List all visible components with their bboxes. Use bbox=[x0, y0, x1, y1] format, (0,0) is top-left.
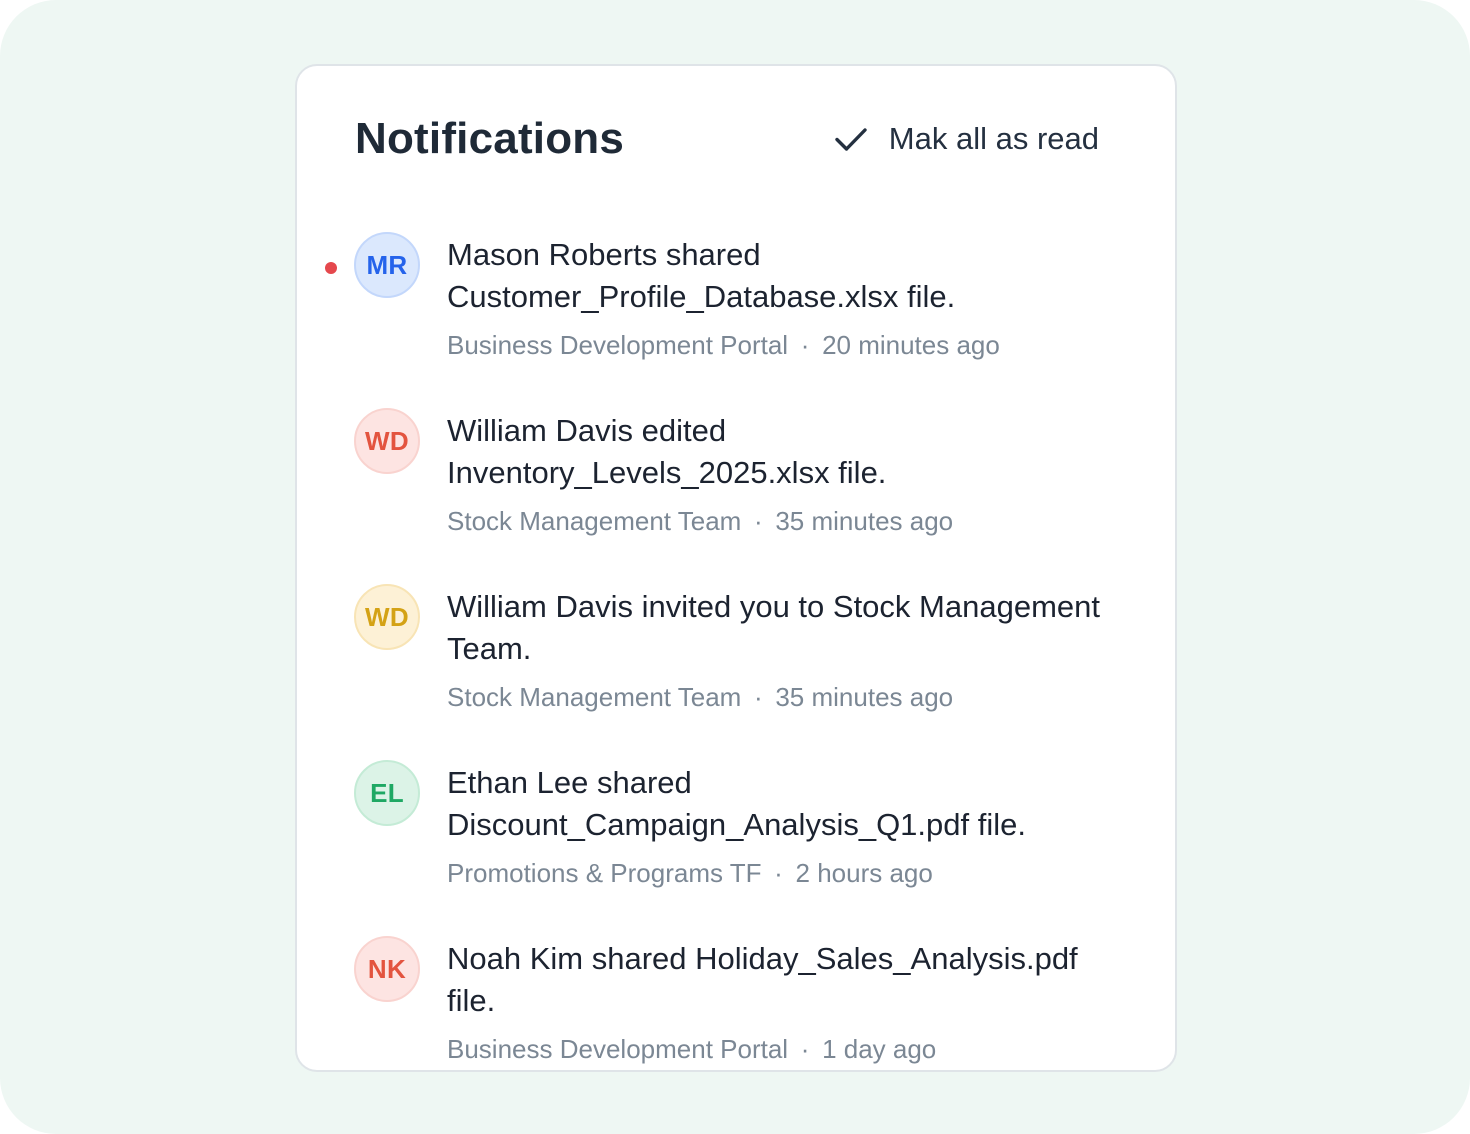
notification-time: 20 minutes ago bbox=[822, 330, 1000, 360]
notification-time: 35 minutes ago bbox=[775, 682, 954, 712]
notification-meta: Stock Management Team · 35 minutes ago bbox=[447, 506, 1105, 537]
notification-meta: Business Development Portal · 20 minutes… bbox=[447, 330, 1105, 361]
avatar: NK bbox=[354, 936, 420, 1002]
notification-message: William Davis invited you to Stock Manag… bbox=[447, 589, 1100, 666]
meta-separator: · bbox=[754, 682, 763, 712]
notification-source: Stock Management Team bbox=[447, 506, 742, 536]
notifications-panel: Notifications Mak all as read MR Mason R… bbox=[295, 64, 1177, 1072]
notification-message: Ethan Lee shared Discount_Campaign_Analy… bbox=[447, 765, 1026, 842]
notification-source: Business Development Portal bbox=[447, 330, 789, 360]
notification-source: Stock Management Team bbox=[447, 682, 742, 712]
meta-separator: · bbox=[754, 506, 763, 536]
mark-all-read-label: Mak all as read bbox=[888, 121, 1099, 156]
notification-content: William Davis edited Inventory_Levels_20… bbox=[447, 410, 1105, 537]
avatar: MR bbox=[354, 232, 420, 298]
notification-content: Ethan Lee shared Discount_Campaign_Analy… bbox=[447, 762, 1105, 889]
meta-separator: · bbox=[800, 330, 810, 360]
notification-item[interactable]: MR Mason Roberts shared Customer_Profile… bbox=[297, 232, 1175, 408]
notification-time: 35 minutes ago bbox=[775, 506, 954, 536]
notification-content: Mason Roberts shared Customer_Profile_Da… bbox=[447, 234, 1105, 361]
meta-separator: · bbox=[800, 1034, 810, 1064]
notification-meta: Stock Management Team · 35 minutes ago bbox=[447, 682, 1105, 713]
unread-indicator bbox=[325, 262, 337, 274]
notification-item[interactable]: WD William Davis edited Inventory_Levels… bbox=[297, 408, 1175, 584]
notification-item[interactable]: WD William Davis invited you to Stock Ma… bbox=[297, 584, 1175, 760]
notification-meta: Business Development Portal · 1 day ago bbox=[447, 1034, 1105, 1065]
notification-item[interactable]: NK Noah Kim shared Holiday_Sales_Analysi… bbox=[297, 936, 1175, 1070]
panel-header: Notifications Mak all as read bbox=[355, 110, 1099, 168]
avatar: EL bbox=[354, 760, 420, 826]
avatar: WD bbox=[354, 408, 420, 474]
meta-separator: · bbox=[774, 858, 783, 888]
notification-message: William Davis edited Inventory_Levels_20… bbox=[447, 413, 887, 490]
notification-message: Mason Roberts shared Customer_Profile_Da… bbox=[447, 237, 956, 314]
avatar: WD bbox=[354, 584, 420, 650]
notification-list: MR Mason Roberts shared Customer_Profile… bbox=[297, 232, 1175, 1070]
notification-item[interactable]: EL Ethan Lee shared Discount_Campaign_An… bbox=[297, 760, 1175, 936]
notification-time: 1 day ago bbox=[822, 1034, 937, 1064]
notification-time: 2 hours ago bbox=[795, 858, 933, 888]
notification-source: Promotions & Programs TF bbox=[447, 858, 762, 888]
notification-source: Business Development Portal bbox=[447, 1034, 789, 1064]
mark-all-read-button[interactable]: Mak all as read bbox=[833, 121, 1099, 157]
checkmark-icon bbox=[833, 121, 869, 157]
panel-title: Notifications bbox=[355, 114, 625, 163]
page-background: Notifications Mak all as read MR Mason R… bbox=[0, 0, 1470, 1134]
notification-meta: Promotions & Programs TF · 2 hours ago bbox=[447, 858, 1105, 889]
notification-content: William Davis invited you to Stock Manag… bbox=[447, 586, 1105, 713]
notification-message: Noah Kim shared Holiday_Sales_Analysis.p… bbox=[447, 941, 1078, 1018]
notification-content: Noah Kim shared Holiday_Sales_Analysis.p… bbox=[447, 938, 1105, 1065]
